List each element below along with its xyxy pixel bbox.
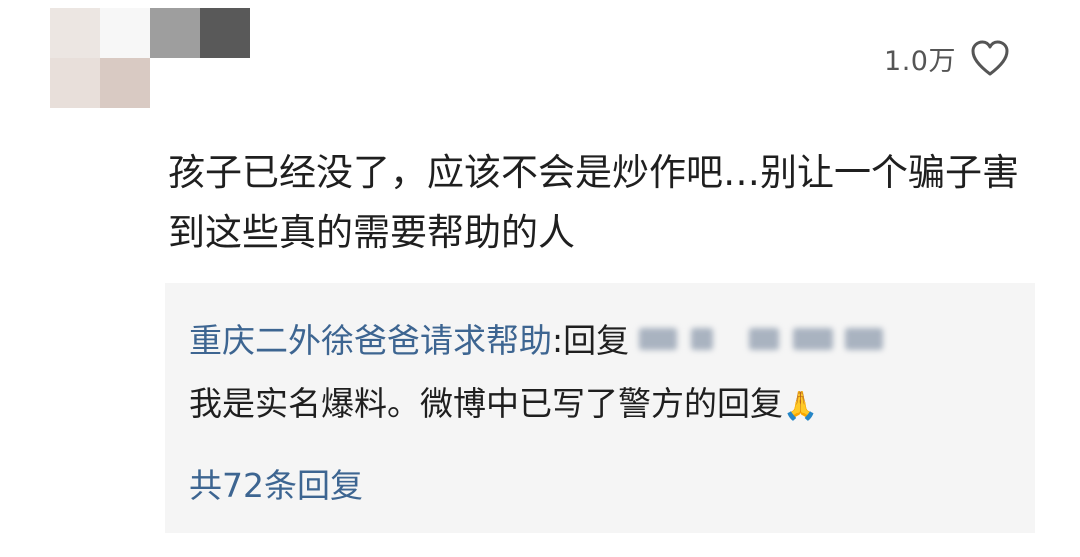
heart-outline-icon[interactable] [970, 39, 1010, 77]
comment-card: 1.0万 孩子已经没了，应该不会是炒作吧…别让一个骗子害到这些真的需要帮助的人 … [0, 0, 1080, 557]
avatar[interactable] [50, 8, 250, 108]
reply-body-text: 我是实名爆料。微博中已写了警方的回复 [189, 384, 783, 423]
reply-author-link[interactable]: 重庆二外徐爸爸请求帮助 [189, 314, 552, 362]
reply-header: 重庆二外徐爸爸请求帮助 :回复 [189, 313, 888, 363]
avatar-pixel [200, 58, 250, 108]
reply-prefix: :回复 [552, 321, 630, 360]
reply-body: 我是实名爆料。微博中已写了警方的回复🙏 [189, 378, 818, 432]
avatar-pixel [150, 8, 200, 58]
avatar-pixel [50, 58, 100, 108]
like-count: 1.0万 [884, 45, 956, 77]
avatar-pixel [100, 58, 150, 108]
comment-text: 孩子已经没了，应该不会是炒作吧…别让一个骗子害到这些真的需要帮助的人 [168, 151, 1019, 254]
avatar-pixel [200, 8, 250, 58]
view-all-replies-link[interactable]: 共72条回复 [189, 460, 363, 512]
reply-preview[interactable]: 重庆二外徐爸爸请求帮助 :回复 我是实名爆料。微博中已写了警方的回复🙏 共72条… [165, 283, 1035, 533]
avatar-pixel [100, 8, 150, 58]
praying-hands-icon: 🙏 [783, 389, 818, 422]
blurred-username [633, 320, 888, 356]
avatar-pixel [150, 58, 200, 108]
avatar-pixel [50, 8, 100, 58]
like-area[interactable]: 1.0万 [884, 38, 1010, 78]
